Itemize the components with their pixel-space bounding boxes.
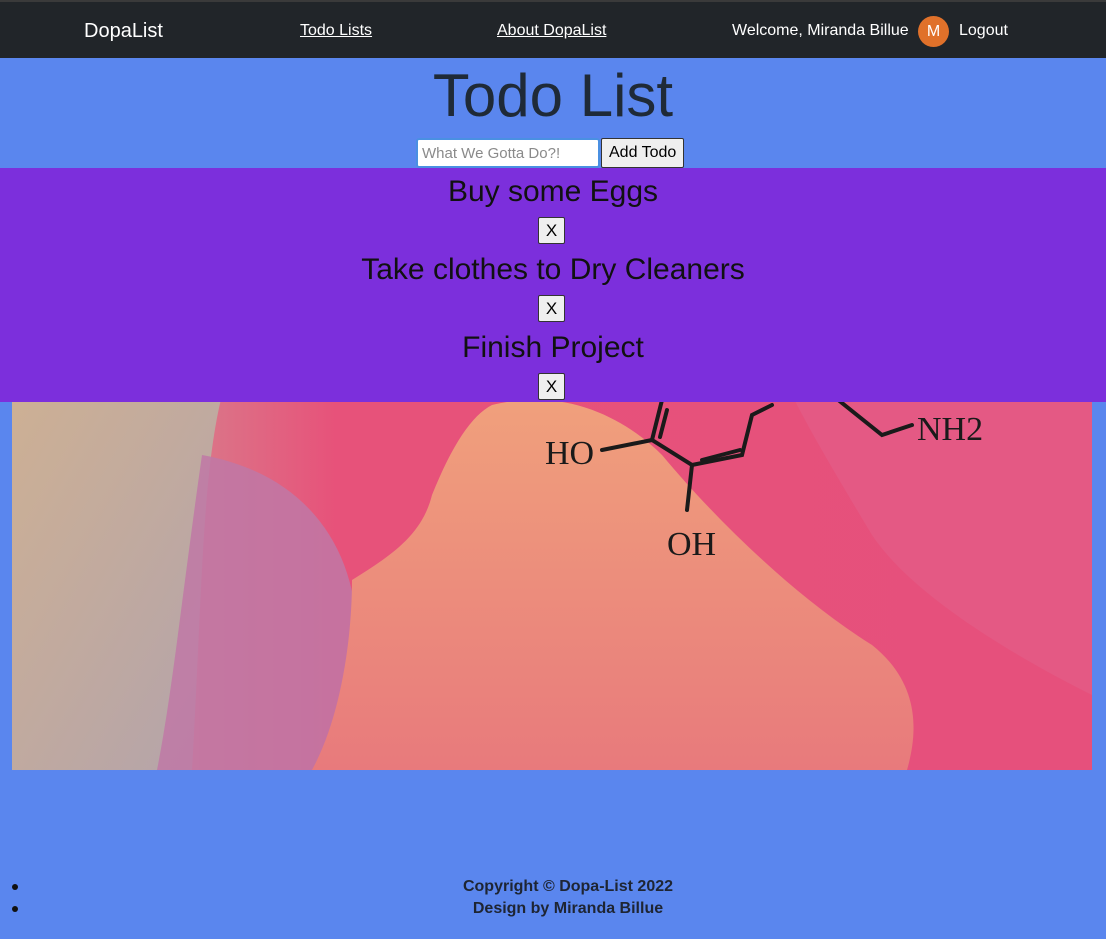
todo-input[interactable] <box>416 138 600 168</box>
todo-text: Take clothes to Dry Cleaners <box>361 253 745 286</box>
logout-link[interactable]: Logout <box>959 22 1008 40</box>
brand-logo-text[interactable]: DopaList <box>84 20 163 43</box>
hero-image: HO OH NH2 <box>12 395 1092 770</box>
todo-list: Buy some Eggs X Take clothes to Dry Clea… <box>0 168 1106 402</box>
footer-copyright: Copyright © Dopa-List 2022 <box>0 876 1106 898</box>
todo-text: Buy some Eggs <box>447 175 659 208</box>
todo-item: Buy some Eggs X <box>0 168 1106 246</box>
footer-credit: Design by Miranda Billue <box>0 898 1106 920</box>
add-todo-button[interactable]: Add Todo <box>601 138 685 168</box>
avatar[interactable]: M <box>918 16 949 47</box>
nav-link-about[interactable]: About DopaList <box>497 22 606 40</box>
formula-label-oh: OH <box>667 526 716 563</box>
footer: Copyright © Dopa-List 2022 Design by Mir… <box>0 876 1106 920</box>
page-title: Todo List <box>432 62 674 129</box>
navbar: DopaList Todo Lists About DopaList Welco… <box>0 0 1106 58</box>
delete-todo-button[interactable]: X <box>538 217 565 244</box>
formula-label-ho: HO <box>545 435 594 472</box>
nav-link-todo-lists[interactable]: Todo Lists <box>300 22 372 40</box>
todo-item: Take clothes to Dry Cleaners X <box>0 246 1106 324</box>
welcome-text: Welcome, Miranda Billue <box>732 22 909 39</box>
delete-todo-button[interactable]: X <box>538 373 565 400</box>
formula-label-nh2: NH2 <box>917 411 983 448</box>
add-todo-form: Add Todo <box>416 138 685 168</box>
todo-text: Finish Project <box>462 331 644 364</box>
delete-todo-button[interactable]: X <box>538 295 565 322</box>
todo-item: Finish Project X <box>0 324 1106 402</box>
